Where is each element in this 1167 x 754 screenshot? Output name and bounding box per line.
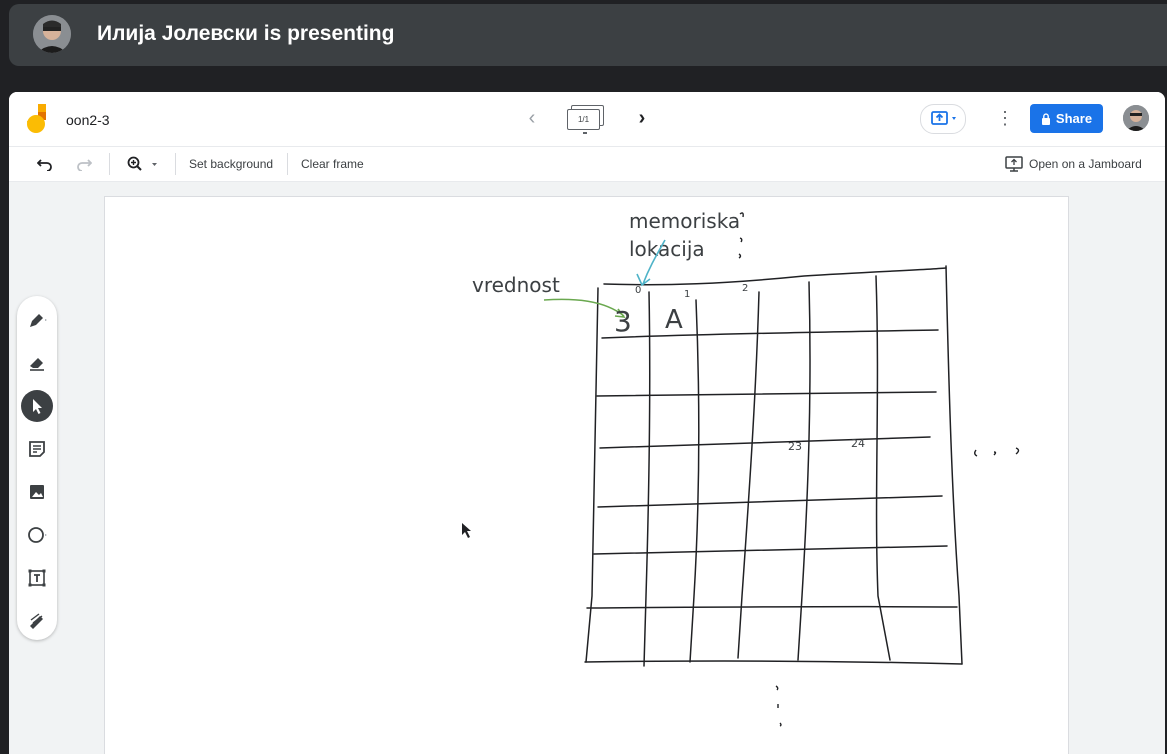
tool-rail bbox=[17, 296, 57, 640]
set-background-button[interactable]: Set background bbox=[189, 153, 273, 175]
cell-index-0: 0 bbox=[635, 285, 641, 296]
pen-tool[interactable] bbox=[21, 304, 53, 336]
lock-icon bbox=[1041, 112, 1050, 125]
circle-icon bbox=[28, 527, 47, 543]
redo-icon bbox=[77, 159, 92, 171]
mouse-cursor-icon bbox=[462, 523, 471, 538]
value-arrow bbox=[543, 298, 626, 318]
open-on-jamboard-label: Open on a Jamboard bbox=[1029, 157, 1142, 171]
undo-icon bbox=[37, 159, 52, 171]
zoom-button[interactable] bbox=[121, 153, 165, 175]
account-avatar[interactable] bbox=[1123, 105, 1149, 131]
chevron-right-icon: › bbox=[638, 107, 646, 129]
open-on-jamboard-button[interactable]: Open on a Jamboard bbox=[1005, 153, 1142, 175]
select-tool[interactable] bbox=[21, 390, 53, 422]
sticky-note-icon bbox=[29, 441, 45, 457]
jamboard-window: oon2-3 ‹ 1/1 › ⋮ Share Set background Cl… bbox=[9, 92, 1165, 754]
presenter-banner: Илија Јолевски is presenting bbox=[9, 4, 1167, 66]
present-to-screen-icon bbox=[931, 111, 956, 125]
chevron-left-icon: ‹ bbox=[528, 107, 536, 129]
pen-icon bbox=[30, 314, 47, 327]
clear-frame-button[interactable]: Clear frame bbox=[301, 153, 364, 175]
handwritten-drawing: memoriska lokacija vrednost 3 A 0 1 2 23… bbox=[462, 209, 1020, 727]
frame-counter: 1/1 bbox=[567, 109, 600, 130]
more-vert-icon: ⋮ bbox=[996, 108, 1014, 128]
laser-tool[interactable] bbox=[21, 605, 53, 637]
memory-location-label-2: lokacija bbox=[629, 237, 705, 261]
cell-index-24: 24 bbox=[851, 437, 865, 450]
cell-index-2: 2 bbox=[742, 283, 748, 294]
text-box-tool[interactable] bbox=[21, 562, 53, 594]
document-title[interactable]: oon2-3 bbox=[66, 112, 110, 128]
shape-tool[interactable] bbox=[21, 519, 53, 551]
share-button[interactable]: Share bbox=[1030, 104, 1103, 133]
more-options-button[interactable]: ⋮ bbox=[995, 106, 1015, 130]
zoom-in-icon bbox=[127, 156, 157, 171]
redo-button[interactable] bbox=[73, 153, 95, 175]
select-arrow-icon bbox=[33, 399, 42, 414]
cell-index-23: 23 bbox=[788, 440, 802, 453]
top-bar: oon2-3 ‹ 1/1 › ⋮ Share bbox=[9, 92, 1165, 146]
undo-button[interactable] bbox=[34, 153, 56, 175]
previous-frame-button[interactable]: ‹ bbox=[522, 106, 542, 130]
cell-index-1: 1 bbox=[684, 289, 690, 300]
eraser-tool[interactable] bbox=[21, 347, 53, 379]
grid-line-h1 bbox=[603, 267, 947, 286]
text-box-icon bbox=[28, 569, 46, 587]
present-button[interactable] bbox=[920, 104, 966, 134]
ellipsis-marks bbox=[738, 212, 1020, 727]
presenter-label: Илија Јолевски is presenting bbox=[97, 22, 395, 45]
cast-to-jamboard-icon bbox=[1005, 156, 1023, 172]
image-tool[interactable] bbox=[21, 476, 53, 508]
value-label: vrednost bbox=[472, 273, 560, 297]
frame-bar-toggle[interactable]: 1/1 bbox=[566, 105, 606, 135]
jamboard-logo-icon bbox=[25, 104, 49, 134]
next-frame-button[interactable]: › bbox=[632, 106, 652, 130]
cell-value-2: A bbox=[665, 305, 683, 335]
cell-value-1: 3 bbox=[614, 305, 632, 338]
presenter-avatar bbox=[33, 15, 71, 53]
edit-toolbar: Set background Clear frame Open on a Jam… bbox=[9, 146, 1165, 182]
share-label: Share bbox=[1055, 111, 1093, 126]
laser-icon bbox=[30, 613, 43, 629]
memory-location-label-1: memoriska bbox=[629, 209, 740, 233]
image-icon bbox=[30, 485, 44, 499]
eraser-icon bbox=[30, 358, 44, 371]
sticky-note-tool[interactable] bbox=[21, 433, 53, 465]
